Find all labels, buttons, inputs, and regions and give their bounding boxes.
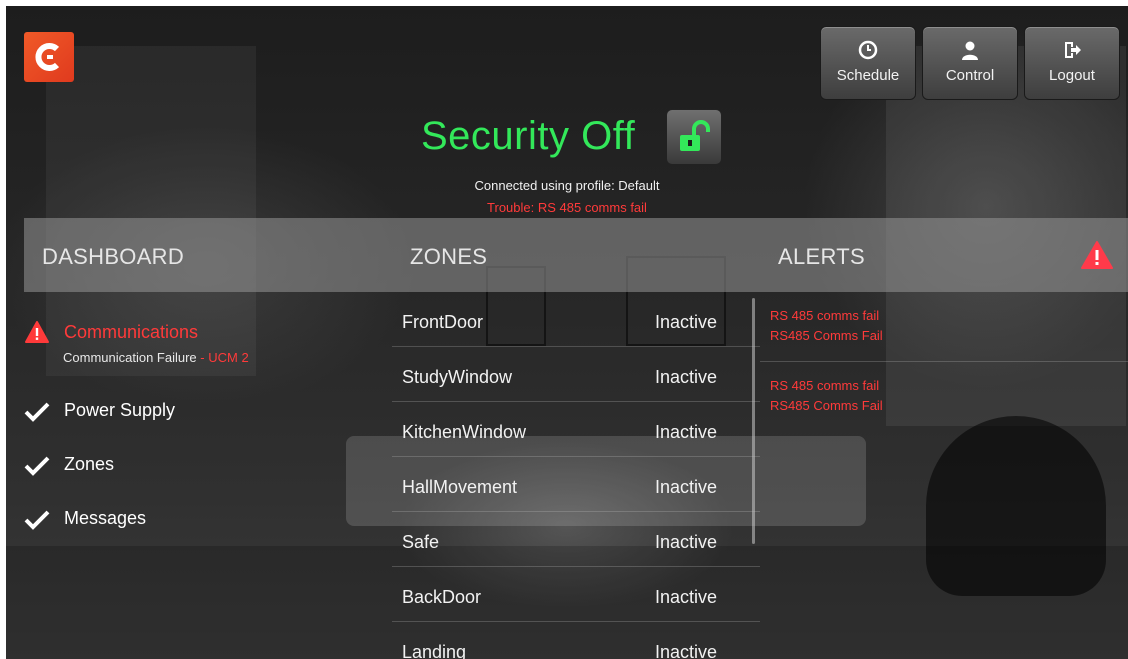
schedule-label: Schedule xyxy=(836,67,900,84)
zone-row[interactable]: Landing Inactive xyxy=(392,622,760,659)
alert-item[interactable]: RS 485 comms fail RS485 Comms Fail xyxy=(760,292,1128,362)
control-label: Control xyxy=(945,67,995,84)
zone-row[interactable]: FrontDoor Inactive xyxy=(392,292,760,347)
zone-status: Inactive xyxy=(655,367,718,387)
clock-icon xyxy=(821,39,915,63)
schedule-button[interactable]: Schedule xyxy=(820,26,916,100)
power-supply-label: Power Supply xyxy=(64,400,176,420)
communications-detail-separator: - xyxy=(196,350,209,365)
alert-title: RS 485 comms fail xyxy=(770,308,880,323)
zone-status: Inactive xyxy=(655,532,718,552)
zone-name: BackDoor xyxy=(402,587,482,607)
security-status: Security Off xyxy=(421,114,636,158)
zone-name: Landing xyxy=(402,642,467,659)
zones-list[interactable]: FrontDoor Inactive StudyWindow Inactive … xyxy=(392,292,760,659)
zone-name: StudyWindow xyxy=(402,367,513,387)
zone-name: KitchenWindow xyxy=(402,422,527,442)
zone-row[interactable]: Safe Inactive xyxy=(392,512,760,567)
app-logo-icon xyxy=(35,43,60,71)
zone-row[interactable]: BackDoor Inactive xyxy=(392,567,760,622)
connection-status: Connected using profile: Default xyxy=(474,178,660,193)
app-logo[interactable] xyxy=(24,32,74,82)
zone-name: HallMovement xyxy=(402,477,518,497)
logout-label: Logout xyxy=(1049,67,1095,84)
check-icon xyxy=(24,510,50,530)
zone-row[interactable]: KitchenWindow Inactive xyxy=(392,402,760,457)
user-icon xyxy=(923,39,1017,63)
communications-detail-text: Communication Failure xyxy=(63,350,197,365)
warning-icon xyxy=(25,321,49,343)
arm-toggle-button[interactable] xyxy=(666,109,722,165)
communications-label: Communications xyxy=(64,322,199,342)
alerts-list[interactable]: RS 485 comms fail RS485 Comms Fail RS 48… xyxy=(760,292,1128,492)
alert-item[interactable]: RS 485 comms fail RS485 Comms Fail xyxy=(760,362,1128,432)
dashboard-heading: DASHBOARD xyxy=(42,244,185,269)
zone-status: Inactive xyxy=(655,587,718,607)
messages-label: Messages xyxy=(64,508,147,528)
alerts-heading: ALERTS xyxy=(778,244,865,269)
communications-detail-device: UCM 2 xyxy=(208,350,249,365)
check-icon xyxy=(24,402,50,422)
zone-name: FrontDoor xyxy=(402,312,484,332)
communications-detail: Communication Failure - UCM 2 xyxy=(63,350,249,365)
zone-status: Inactive xyxy=(655,312,718,332)
zone-status: Inactive xyxy=(655,477,718,497)
alert-detail: RS485 Comms Fail xyxy=(770,328,883,343)
control-button[interactable]: Control xyxy=(922,26,1018,100)
alert-title: RS 485 comms fail xyxy=(770,378,880,393)
zone-name: Safe xyxy=(402,532,440,552)
alert-detail: RS485 Comms Fail xyxy=(770,398,883,413)
zone-status: Inactive xyxy=(655,642,718,659)
zones-heading: ZONES xyxy=(410,244,488,269)
app-screen: Schedule Control Logout Security Off Con… xyxy=(6,6,1128,659)
zones-scrollbar[interactable] xyxy=(752,298,755,544)
warning-icon[interactable] xyxy=(1080,240,1114,270)
section-header-bar: DASHBOARD ZONES ALERTS xyxy=(24,218,1128,292)
trouble-message: Trouble: RS 485 comms fail xyxy=(487,200,647,215)
zones-label: Zones xyxy=(64,454,115,474)
check-icon xyxy=(24,456,50,476)
logout-button[interactable]: Logout xyxy=(1024,26,1120,100)
zone-status: Inactive xyxy=(655,422,718,442)
zone-row[interactable]: HallMovement Inactive xyxy=(392,457,760,512)
unlock-icon xyxy=(680,120,710,151)
zone-row[interactable]: StudyWindow Inactive xyxy=(392,347,760,402)
logout-icon xyxy=(1025,39,1119,63)
